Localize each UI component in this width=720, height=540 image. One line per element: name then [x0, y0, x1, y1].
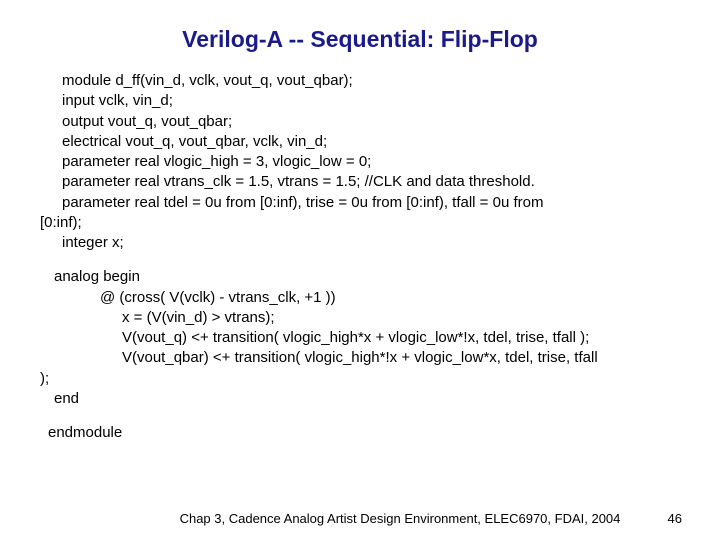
code-line: V(vout_qbar) <+ transition( vlogic_high*… — [40, 348, 680, 368]
code-line: input vclk, vin_d; — [40, 91, 680, 111]
code-line: output vout_q, vout_qbar; — [40, 112, 680, 132]
code-line: parameter real vlogic_high = 3, vlogic_l… — [40, 152, 680, 172]
code-line: module d_ff(vin_d, vclk, vout_q, vout_qb… — [40, 71, 680, 91]
footer: Chap 3, Cadence Analog Artist Design Env… — [0, 511, 720, 526]
page-number: 46 — [668, 511, 682, 526]
code-line: [0:inf); — [40, 213, 680, 233]
code-line: integer x; — [40, 233, 680, 253]
blank-line — [40, 253, 680, 267]
footer-text: Chap 3, Cadence Analog Artist Design Env… — [0, 511, 720, 526]
code-line: endmodule — [40, 423, 680, 443]
code-line: end — [40, 389, 680, 409]
code-block: module d_ff(vin_d, vclk, vout_q, vout_qb… — [0, 71, 720, 443]
code-line: @ (cross( V(vclk) - vtrans_clk, +1 )) — [40, 288, 680, 308]
code-line: V(vout_q) <+ transition( vlogic_high*x +… — [40, 328, 680, 348]
code-line: x = (V(vin_d) > vtrans); — [40, 308, 680, 328]
blank-line — [40, 409, 680, 423]
code-line: electrical vout_q, vout_qbar, vclk, vin_… — [40, 132, 680, 152]
code-line: parameter real vtrans_clk = 1.5, vtrans … — [40, 172, 680, 192]
code-line: parameter real tdel = 0u from [0:inf), t… — [40, 193, 680, 213]
code-line: ); — [40, 369, 680, 389]
code-line: analog begin — [40, 267, 680, 287]
slide-title: Verilog-A -- Sequential: Flip-Flop — [0, 0, 720, 71]
